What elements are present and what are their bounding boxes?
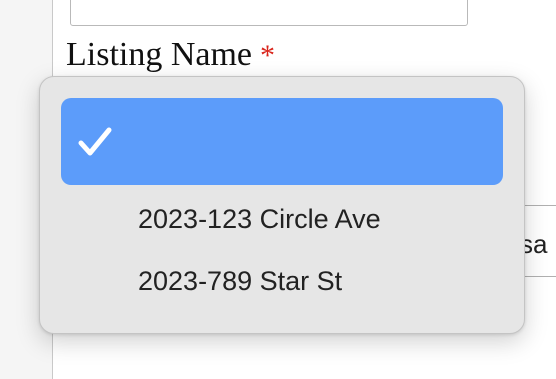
listing-name-label-text: Listing Name <box>66 36 253 73</box>
dropdown-option-label: 2023-123 Circle Ave <box>138 203 381 234</box>
dropdown-option-star-st[interactable]: 2023-789 Star St <box>61 243 503 319</box>
listing-name-label: Listing Name * <box>66 38 275 72</box>
dropdown-option-empty[interactable] <box>61 98 503 185</box>
dropdown-option-label: 2023-789 Star St <box>138 265 343 296</box>
listing-name-dropdown-menu: 2023-123 Circle Ave 2023-789 Star St <box>39 76 525 334</box>
required-asterisk: * <box>260 39 276 72</box>
checkmark-icon <box>78 127 112 156</box>
text-input[interactable] <box>70 0 468 26</box>
